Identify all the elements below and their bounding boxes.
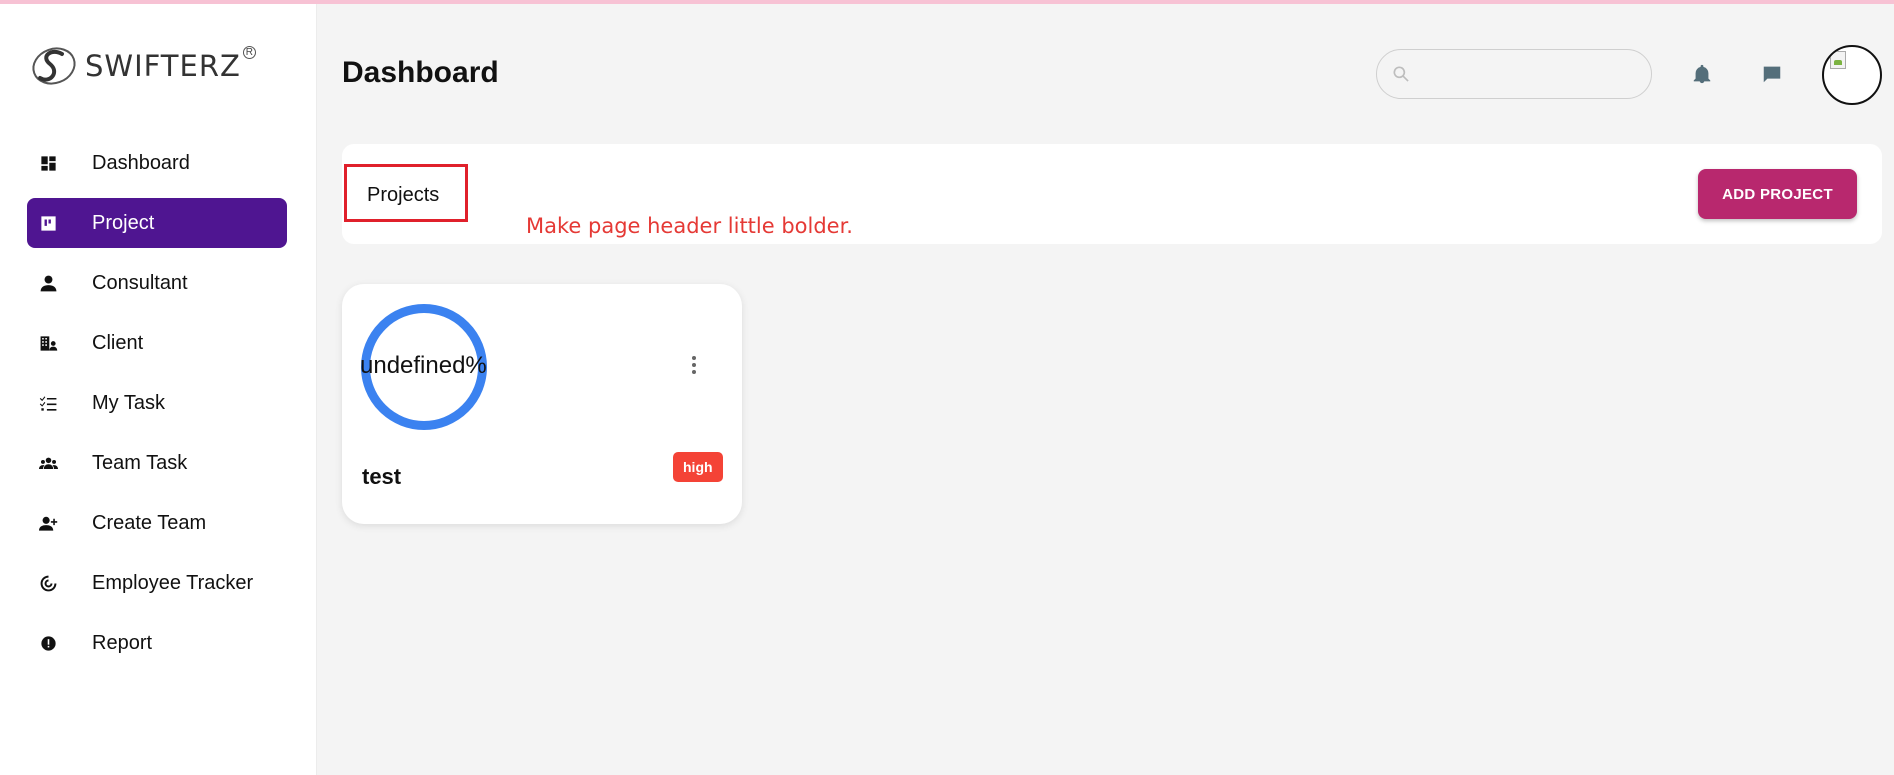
group-icon: [37, 452, 59, 474]
sidebar-item-consultant[interactable]: Consultant: [27, 258, 287, 308]
brand-name: SWIFTERZ: [85, 49, 241, 83]
client-building-icon: [37, 332, 59, 354]
notifications-button[interactable]: [1690, 62, 1714, 86]
sidebar-item-team-task[interactable]: Team Task: [27, 438, 287, 488]
dashboard-icon: [37, 152, 59, 174]
sidebar-item-dashboard[interactable]: Dashboard: [27, 138, 287, 188]
sidebar-item-label: Employee Tracker: [92, 571, 254, 594]
messages-button[interactable]: [1760, 62, 1784, 86]
task-list-icon: [37, 392, 59, 414]
sidebar-item-label: Client: [92, 331, 144, 354]
sidebar-nav: Dashboard Project Consultant Client My T…: [27, 138, 287, 678]
more-options-icon[interactable]: [690, 356, 698, 374]
sidebar-item-label: Report: [92, 631, 153, 654]
sidebar: SWIFTERZ R Dashboard Project Consultant: [0, 4, 317, 775]
registered-mark: R: [242, 45, 256, 59]
tracker-icon: [37, 572, 59, 594]
sidebar-item-employee-tracker[interactable]: Employee Tracker: [27, 558, 287, 608]
sidebar-item-label: My Task: [92, 391, 165, 414]
sidebar-item-label: Dashboard: [92, 151, 190, 174]
projects-section-title: Projects: [367, 184, 440, 206]
person-icon: [37, 272, 59, 294]
person-add-icon: [37, 512, 59, 534]
sidebar-item-project[interactable]: Project: [27, 198, 287, 248]
review-annotation-text: Make page header little bolder.: [526, 214, 853, 238]
project-card[interactable]: undefined% test high: [342, 284, 742, 524]
search-icon: [1393, 66, 1409, 82]
swifterz-logo-icon: [32, 47, 76, 85]
sidebar-item-report[interactable]: Report: [27, 618, 287, 668]
brand-logo[interactable]: SWIFTERZ R: [30, 40, 256, 92]
page-title: Dashboard: [342, 56, 499, 89]
sidebar-item-label: Team Task: [92, 451, 188, 474]
sidebar-item-label: Create Team: [92, 511, 207, 534]
add-project-button[interactable]: ADD PROJECT: [1698, 169, 1857, 219]
priority-badge: high: [673, 452, 723, 482]
sidebar-item-label: Project: [92, 211, 155, 234]
search-box[interactable]: [1376, 49, 1652, 99]
project-title: test: [362, 464, 402, 489]
broken-image-icon: [1830, 51, 1846, 69]
sidebar-item-create-team[interactable]: Create Team: [27, 498, 287, 548]
sidebar-item-my-task[interactable]: My Task: [27, 378, 287, 428]
project-icon: [37, 212, 59, 234]
progress-percent: undefined%: [360, 352, 487, 379]
sidebar-item-label: Consultant: [92, 271, 188, 294]
avatar[interactable]: [1822, 45, 1882, 105]
sidebar-item-client[interactable]: Client: [27, 318, 287, 368]
bell-icon: [1693, 64, 1711, 84]
chat-icon: [1763, 66, 1781, 83]
projects-header-bar: Projects Make page header little bolder.…: [342, 144, 1882, 244]
search-input[interactable]: [1419, 54, 1639, 94]
report-alert-icon: [37, 632, 59, 654]
